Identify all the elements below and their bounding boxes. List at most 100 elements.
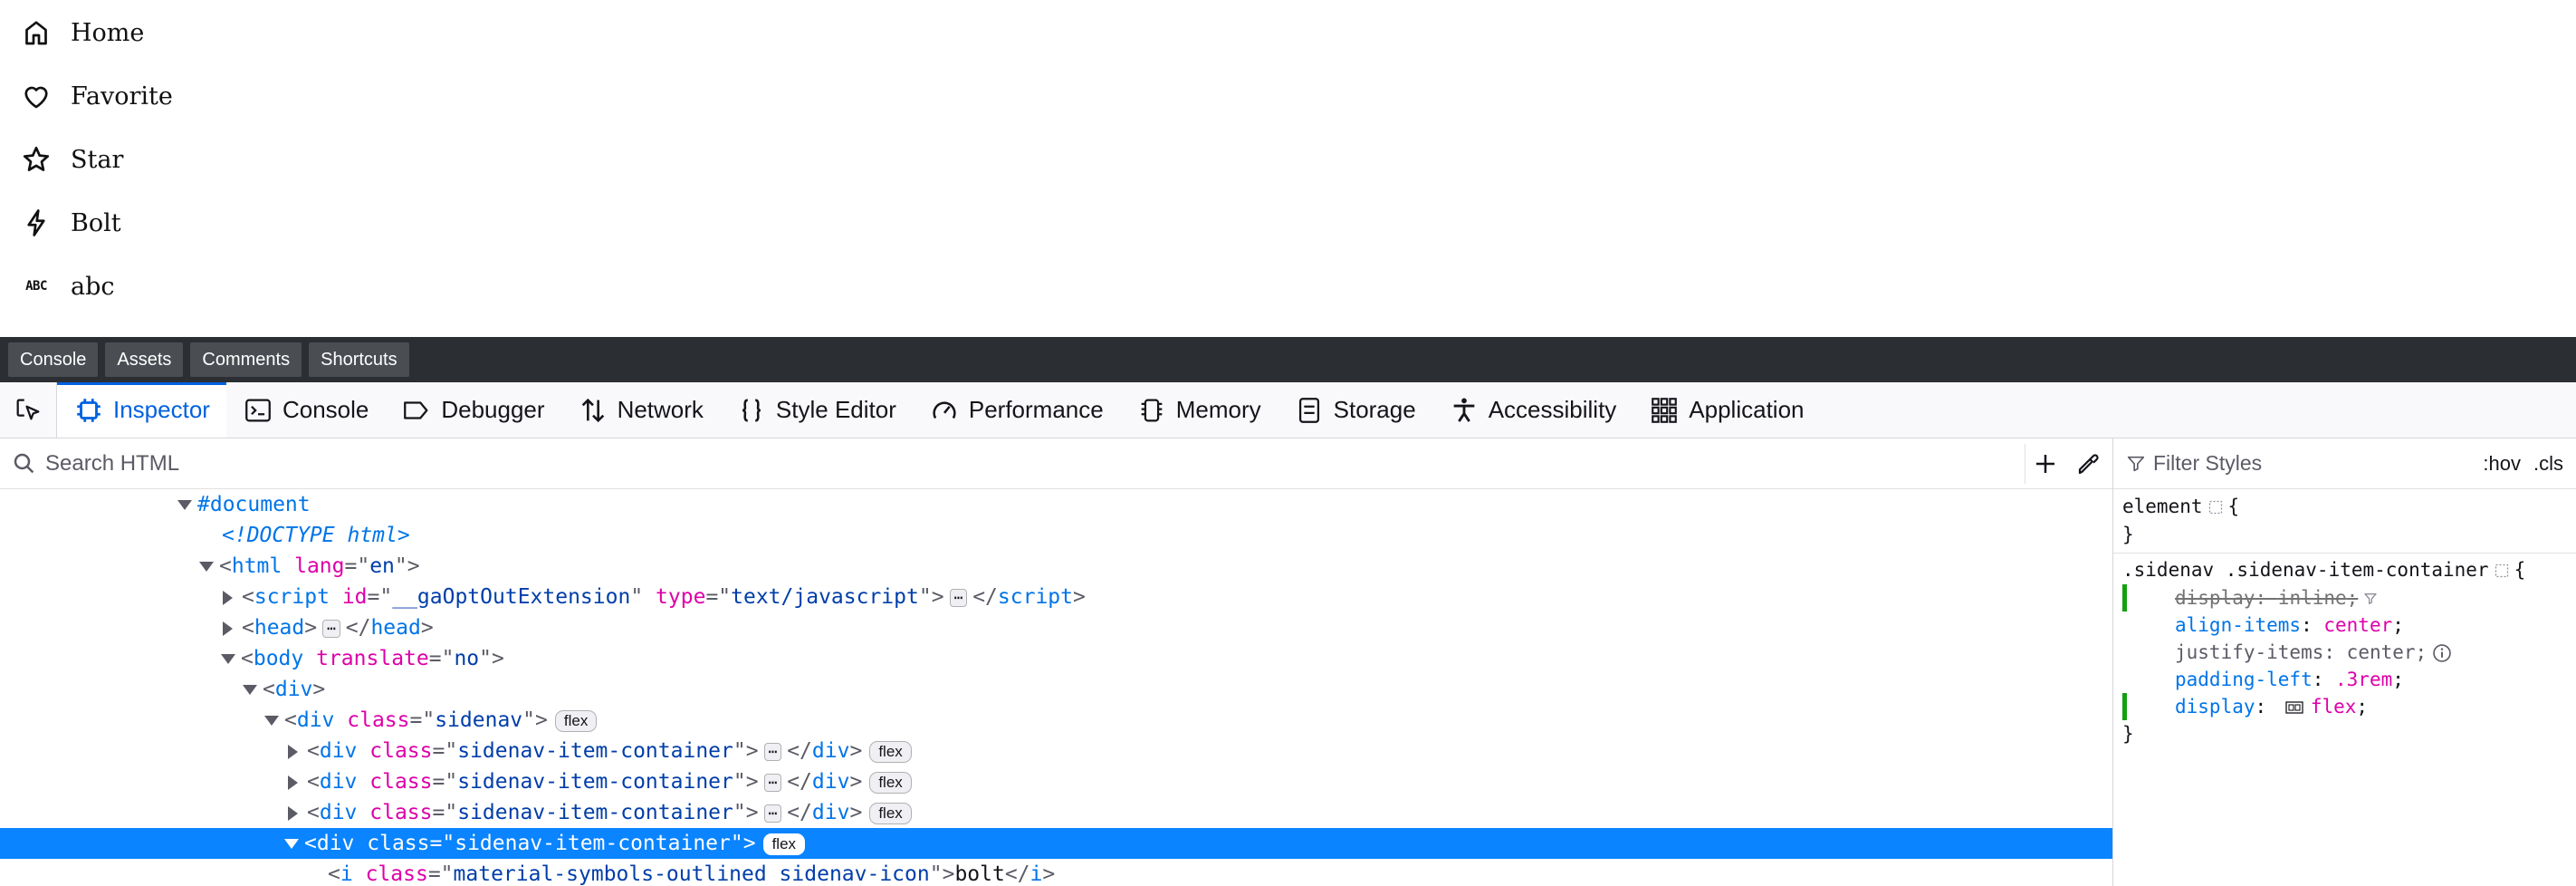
tree-row-doctype[interactable]: <!DOCTYPE html> (0, 520, 2112, 551)
expand-ellipsis[interactable]: ⋯ (763, 742, 782, 761)
tree-row-icon[interactable]: <i class="material-symbols-outlined side… (0, 859, 2112, 886)
debugger-icon (404, 400, 428, 419)
eyedropper-button[interactable] (2065, 444, 2112, 484)
expand-twisty[interactable] (243, 685, 257, 695)
flex-badge[interactable]: flex (762, 833, 806, 855)
search-html-input[interactable] (43, 449, 2016, 477)
tree-row-script[interactable]: <script id="__gaOptOutExtension" type="t… (0, 582, 2112, 612)
sidenav-item-abc[interactable]: ABC abc (18, 264, 115, 309)
tab-label: Debugger (441, 396, 545, 423)
plus-icon (2036, 454, 2054, 473)
sidenav-label: Star (71, 145, 124, 174)
filter-styles-input[interactable] (2151, 450, 2445, 477)
tree-row-body[interactable]: <body translate="no"> (0, 643, 2112, 674)
tab-label: Network (617, 396, 704, 423)
tree-row-container[interactable]: <div class="sidenav-item-container"> ⋯ </d… (0, 797, 2112, 828)
comments-button[interactable]: Comments (190, 342, 302, 377)
tab-console[interactable]: Console (226, 382, 385, 438)
sidenav-label: Favorite (71, 82, 173, 111)
collapse-twisty[interactable] (223, 590, 233, 605)
console-button[interactable]: Console (8, 342, 99, 377)
tree-row-head[interactable]: <head> ⋯ </head> (0, 612, 2112, 643)
collapse-twisty[interactable] (288, 744, 298, 759)
add-node-button[interactable] (2025, 443, 2065, 484)
tab-inspector[interactable]: Inspector (57, 382, 226, 438)
tree-row-container-selected[interactable]: <div class="sidenav-item-container"> flex (0, 828, 2112, 859)
expand-twisty[interactable] (221, 654, 235, 664)
sidenav-item-star[interactable]: Star (18, 137, 123, 182)
flex-badge[interactable]: flex (869, 802, 912, 824)
hov-toggle[interactable]: :hov (2483, 452, 2521, 476)
flexbox-highlighter-icon[interactable] (2284, 700, 2305, 715)
expand-twisty[interactable] (199, 562, 214, 572)
search-icon (14, 453, 34, 473)
decl-display-flex[interactable]: display: flex; (2175, 693, 2368, 720)
expand-ellipsis[interactable]: ⋯ (949, 588, 968, 607)
sidenav: Home Favorite Star Bolt ABC abc (0, 0, 2576, 337)
tab-performance[interactable]: Performance (913, 382, 1120, 438)
tab-accessibility[interactable]: Accessibility (1432, 382, 1633, 438)
tree-row-sidenav[interactable]: <div class="sidenav"> flex (0, 705, 2112, 736)
application-grid-icon (1652, 397, 1678, 423)
expand-twisty[interactable] (177, 500, 192, 510)
tab-label: Memory (1175, 396, 1261, 423)
expand-twisty[interactable] (264, 716, 279, 726)
document-node: #document (197, 493, 311, 516)
tree-row-document[interactable]: #document (0, 489, 2112, 520)
accessibility-icon (1453, 398, 1475, 422)
rule-selector[interactable]: .sidenav .sidenav-item-container{ (2122, 556, 2525, 583)
collapse-twisty[interactable] (223, 621, 233, 636)
info-icon[interactable] (2432, 643, 2452, 663)
filter-styles-bar: :hov .cls (2113, 438, 2576, 489)
expand-ellipsis[interactable]: ⋯ (763, 773, 782, 792)
shortcuts-button[interactable]: Shortcuts (309, 342, 409, 377)
sidenav-label: Home (71, 18, 145, 47)
tab-style-editor[interactable]: Style Editor (720, 382, 913, 438)
rule-separator (2113, 553, 2576, 554)
decl-padding-left[interactable]: padding-left: .3rem; (2175, 666, 2404, 693)
element-picker-button[interactable] (0, 382, 57, 438)
sidenav-label: abc (71, 272, 115, 301)
console-icon (245, 399, 271, 421)
tab-application[interactable]: Application (1633, 382, 1820, 438)
flex-badge[interactable]: flex (869, 740, 912, 763)
expand-ellipsis[interactable]: ⋯ (763, 804, 782, 823)
sidenav-item-home[interactable]: Home (18, 10, 144, 55)
collapse-twisty[interactable] (288, 775, 298, 790)
storage-icon (1298, 397, 1319, 423)
tab-memory[interactable]: Memory (1120, 382, 1278, 438)
doctype-node: <!DOCTYPE html> (222, 524, 410, 547)
decl-align-items[interactable]: align-items: center; (2175, 612, 2404, 639)
cls-toggle[interactable]: .cls (2533, 452, 2563, 476)
devtools-tabbar: Inspector Console Debugger Network Style… (0, 382, 2576, 438)
tab-storage[interactable]: Storage (1278, 382, 1432, 438)
flex-badge[interactable]: flex (554, 709, 598, 732)
sidenav-item-favorite[interactable]: Favorite (18, 73, 173, 119)
filter-icon[interactable] (2363, 592, 2378, 606)
tree-row-div[interactable]: <div> (0, 674, 2112, 705)
tab-label: Performance (968, 396, 1104, 423)
assets-button[interactable]: Assets (105, 342, 184, 377)
grid-highlighter-icon[interactable] (2495, 563, 2509, 578)
rule-close-brace: } (2122, 524, 2134, 545)
page-toolbar: Console Assets Comments Shortcuts (0, 337, 2576, 382)
tree-row-html[interactable]: <html lang="en"> (0, 551, 2112, 582)
tab-network[interactable]: Network (561, 382, 720, 438)
tab-debugger[interactable]: Debugger (385, 382, 560, 438)
decl-display-overridden[interactable]: display: inline; (2175, 584, 2383, 612)
rules-panel: :hov .cls element{ } .sidenav .sidenav-i… (2112, 438, 2576, 886)
heart-icon (18, 78, 54, 114)
tree-row-container[interactable]: <div class="sidenav-item-container"> ⋯ </d… (0, 766, 2112, 797)
sidenav-item-bolt[interactable]: Bolt (18, 200, 121, 246)
home-icon (18, 14, 54, 51)
tab-label: Application (1689, 396, 1805, 423)
expand-twisty[interactable] (284, 839, 299, 849)
expand-ellipsis[interactable]: ⋯ (322, 619, 340, 638)
grid-highlighter-icon[interactable] (2208, 500, 2223, 515)
flex-badge[interactable]: flex (869, 771, 912, 794)
tree-row-container[interactable]: <div class="sidenav-item-container"> ⋯ </d… (0, 736, 2112, 766)
collapse-twisty[interactable] (288, 805, 298, 821)
decl-justify-items-inactive[interactable]: justify-items: center; (2175, 639, 2457, 666)
element-picker-icon (16, 399, 40, 419)
network-icon (581, 398, 604, 422)
